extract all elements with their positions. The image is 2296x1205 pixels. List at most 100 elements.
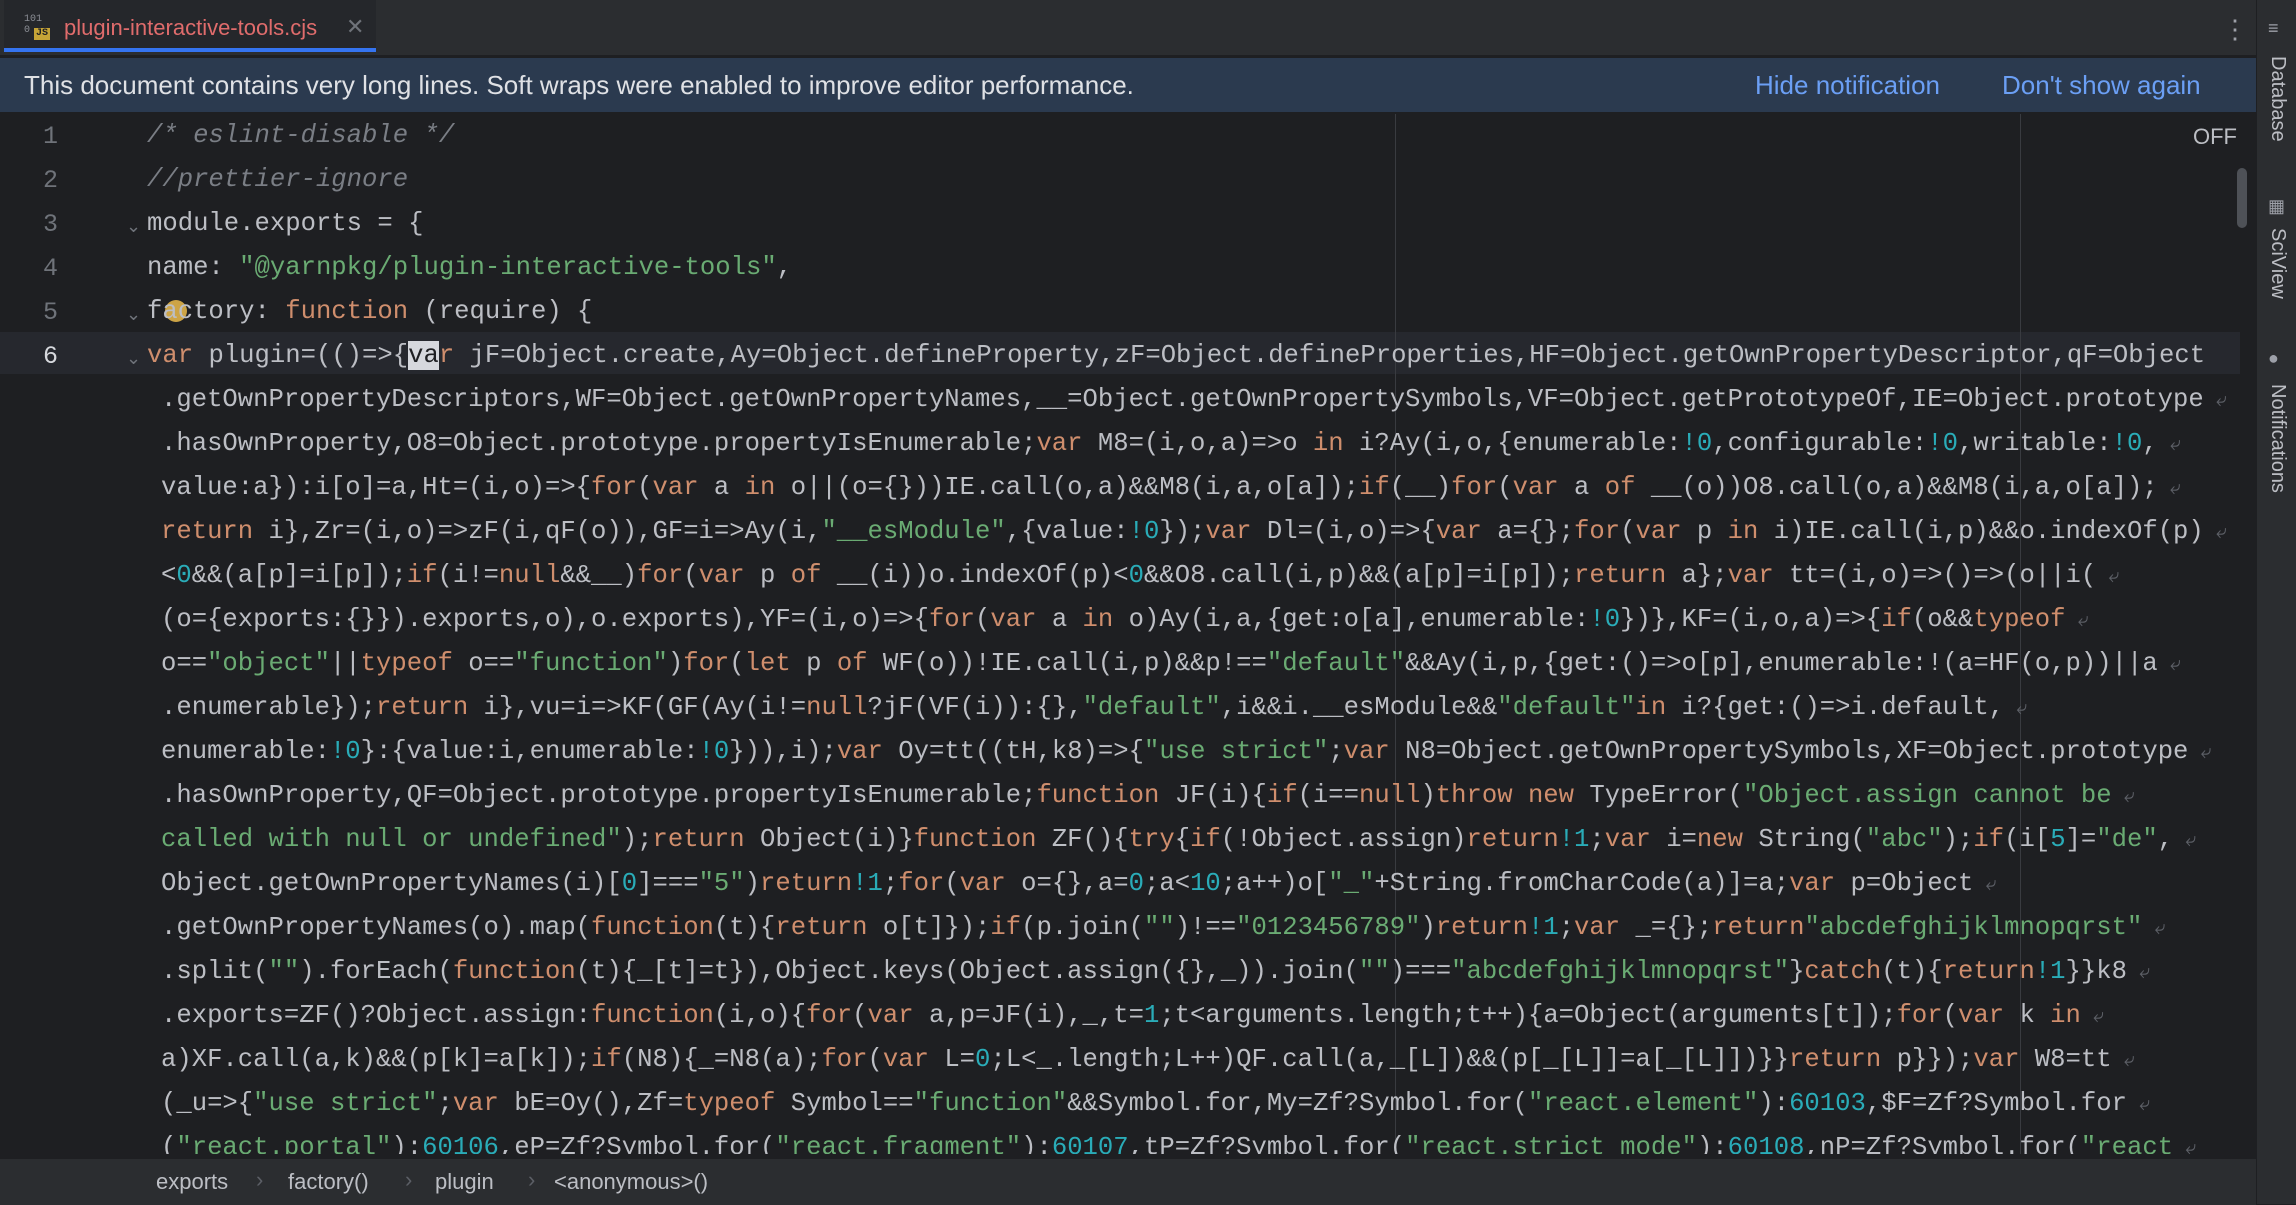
code-line-wrapped[interactable]: Object.getOwnPropertyNames(i)[0]==="5")r… bbox=[161, 862, 1997, 906]
code-token: var bbox=[1435, 517, 1498, 546]
code-line[interactable]: module.exports = { bbox=[147, 202, 423, 246]
code-token: var bbox=[1727, 561, 1790, 590]
code-line[interactable]: factory: function (require) { bbox=[147, 290, 592, 334]
breadcrumb-item[interactable]: plugin bbox=[425, 1167, 504, 1197]
fold-chevron-icon[interactable]: ⌄ bbox=[126, 216, 141, 237]
code-token: bE=Oy(),Zf= bbox=[514, 1089, 684, 1118]
code-line-wrapped[interactable]: .exports=ZF()?Object.assign:function(i,o… bbox=[161, 994, 2104, 1038]
sciview-tool-button[interactable]: SciView bbox=[2266, 228, 2289, 299]
database-icon[interactable]: ≡ bbox=[2268, 18, 2279, 39]
code-token: "function" bbox=[913, 1089, 1068, 1118]
code-token: ( bbox=[1942, 1001, 1959, 1030]
code-line-wrapped[interactable]: .getOwnPropertyNames(o).map(function(t){… bbox=[161, 906, 2166, 950]
code-token: &&O8.call(i,p)&&(a[p]=i[p]); bbox=[1144, 561, 1575, 590]
code-token: return bbox=[376, 693, 484, 722]
code-line-wrapped[interactable]: called with null or undefined");return O… bbox=[161, 818, 2196, 862]
code-token: function bbox=[591, 913, 714, 942]
code-token: "default" bbox=[1266, 649, 1406, 678]
soft-wrap-icon: ⤶ bbox=[2173, 1138, 2197, 1154]
code-token: !0 bbox=[1681, 429, 1713, 458]
notifications-tool-button[interactable]: Notifications bbox=[2266, 384, 2289, 493]
close-icon[interactable]: ✕ bbox=[346, 14, 364, 40]
hide-notification-link[interactable]: Hide notification bbox=[1755, 70, 1940, 101]
code-line-wrapped[interactable]: .hasOwnProperty,O8=Object.prototype.prop… bbox=[161, 422, 2181, 466]
code-line-wrapped[interactable]: value:a}):i[o]=a,Ht=(i,o)=>{for(var a in… bbox=[161, 466, 2181, 510]
tab-plugin-interactive-tools[interactable]: 101 0 JS plugin-interactive-tools.cjs ✕ bbox=[4, 0, 376, 52]
code-line[interactable]: var plugin=(()=>{var jF=Object.create,Ay… bbox=[147, 334, 2205, 378]
code-token: i= bbox=[1666, 825, 1697, 854]
code-token: ZF(){ bbox=[1051, 825, 1129, 854]
code-line-wrapped[interactable]: return i},Zr=(i,o)=>zF(i,qF(o)),GF=i=>Ay… bbox=[161, 510, 2227, 554]
code-token: ; bbox=[1558, 913, 1575, 942]
code-line[interactable]: name: "@yarnpkg/plugin-interactive-tools… bbox=[147, 246, 792, 290]
code-token: !1 bbox=[1527, 913, 1559, 942]
code-token: ( bbox=[1497, 473, 1513, 502]
code-line[interactable]: /* eslint-disable */ bbox=[147, 114, 454, 158]
more-options-icon[interactable]: ⋮ bbox=[2222, 14, 2248, 45]
notifications-icon[interactable]: ● bbox=[2268, 348, 2279, 369]
code-token: .split( bbox=[161, 957, 269, 986]
code-token: enumerable: bbox=[161, 737, 330, 766]
code-token: !0 bbox=[1589, 605, 1621, 634]
code-token: if bbox=[1266, 781, 1298, 810]
code-token: i?Ay(i,o,{enumerable: bbox=[1359, 429, 1682, 458]
code-line-wrapped[interactable]: o=="object"||typeof o=="function")for(le… bbox=[161, 642, 2181, 686]
code-token: return bbox=[1942, 957, 2035, 986]
fold-chevron-icon[interactable]: ⌄ bbox=[126, 348, 141, 369]
code-token: ( bbox=[867, 1045, 883, 1074]
code-token: i?{get:()=>i.default, bbox=[1681, 693, 2005, 722]
code-token: var bbox=[1604, 825, 1667, 854]
soft-wrap-icon: ⤶ bbox=[2157, 478, 2181, 501]
code-editor[interactable]: 1 2 3 4 5 6 ⌄ ⌄ ⌄ /* eslint-disable */ //… bbox=[0, 114, 2256, 1154]
code-line-wrapped[interactable]: .enumerable});return i},vu=i=>KF(GF(Ay(i… bbox=[161, 686, 2027, 730]
sciview-icon[interactable]: ▦ bbox=[2268, 196, 2285, 217]
vertical-scrollbar[interactable] bbox=[2237, 168, 2247, 228]
file-icon-top: 101 bbox=[24, 14, 43, 25]
code-token: catch bbox=[1804, 957, 1882, 986]
code-token: ,nP=Zf?Symbol.for( bbox=[1804, 1133, 2081, 1154]
code-line-wrapped[interactable]: .getOwnPropertyDescriptors,WF=Object.get… bbox=[161, 378, 2227, 422]
code-token: ,i&&i.__esModule&& bbox=[1220, 693, 1498, 722]
code-token: ]=== bbox=[637, 869, 699, 898]
code-token: "react.element" bbox=[1527, 1089, 1759, 1118]
code-token: var bbox=[836, 737, 899, 766]
code-token: !0 bbox=[329, 737, 361, 766]
breadcrumb-item[interactable]: exports bbox=[146, 1167, 238, 1197]
code-line[interactable]: //prettier-ignore bbox=[147, 158, 408, 202]
code-line-wrapped[interactable]: <0&&(a[p]=i[p]);if(i!=null&&__)for(var p… bbox=[161, 554, 2119, 598]
fold-chevron-icon[interactable]: ⌄ bbox=[126, 304, 141, 325]
breadcrumb-item[interactable]: <anonymous>() bbox=[544, 1167, 718, 1197]
code-token: ]= bbox=[2065, 825, 2097, 854]
code-token: ;a< bbox=[1143, 869, 1191, 898]
right-tool-window-strip bbox=[2256, 0, 2296, 1204]
line-number-gutter[interactable]: 1 2 3 4 5 6 ⌄ ⌄ ⌄ bbox=[0, 114, 141, 1154]
code-token: p}}); bbox=[1896, 1045, 1974, 1074]
soft-wrap-icon: ⤶ bbox=[2173, 830, 2197, 853]
code-token: (_u=>{ bbox=[161, 1089, 254, 1118]
code-token: for bbox=[898, 869, 945, 898]
code-token: var bbox=[1205, 517, 1267, 546]
dont-show-again-link[interactable]: Don't show again bbox=[2002, 70, 2201, 101]
code-token: for bbox=[637, 561, 684, 590]
code-line-wrapped[interactable]: enumerable:!0}:{value:i,enumerable:!0}))… bbox=[161, 730, 2212, 774]
code-token: "react.strict_mode" bbox=[1405, 1133, 1697, 1154]
soft-wrap-icon: ⤶ bbox=[2111, 786, 2135, 809]
database-tool-button[interactable]: Database bbox=[2266, 56, 2289, 142]
code-line-wrapped[interactable]: a)XF.call(a,k)&&(p[k]=a[k]);if(N8){_=N8(… bbox=[161, 1038, 2135, 1082]
breadcrumb-item[interactable]: factory() bbox=[278, 1167, 379, 1197]
code-token: N8=Object.getOwnPropertySymbols,XF=Objec… bbox=[1405, 737, 2189, 766]
reader-mode-toggle[interactable]: OFF bbox=[2193, 124, 2237, 150]
code-token: Dl=(i,o)=>{ bbox=[1266, 517, 1436, 546]
code-token: .hasOwnProperty,O8=Object.prototype.prop… bbox=[161, 429, 1037, 458]
code-line-wrapped[interactable]: .split("").forEach(function(t){_[t]=t}),… bbox=[161, 950, 2150, 994]
code-token: 60103 bbox=[1789, 1089, 1866, 1118]
code-token: o== bbox=[468, 649, 515, 678]
code-token: .getOwnPropertyDescriptors,WF=Object.get… bbox=[161, 385, 2204, 414]
soft-wrap-icon: ⤶ bbox=[2126, 962, 2151, 985]
code-line-wrapped[interactable]: .hasOwnProperty,QF=Object.prototype.prop… bbox=[161, 774, 2135, 818]
code-line-wrapped[interactable]: (_u=>{"use strict";var bE=Oy(),Zf=typeof… bbox=[161, 1082, 2150, 1126]
code-line-wrapped[interactable]: (o={exports:{}}).exports,o),o.exports),Y… bbox=[161, 598, 2089, 642]
code-token: 5 bbox=[2050, 825, 2066, 854]
code-line-wrapped[interactable]: ("react.portal"):60106,eP=Zf?Symbol.for(… bbox=[161, 1126, 2196, 1154]
code-token: 60106 bbox=[422, 1133, 499, 1154]
